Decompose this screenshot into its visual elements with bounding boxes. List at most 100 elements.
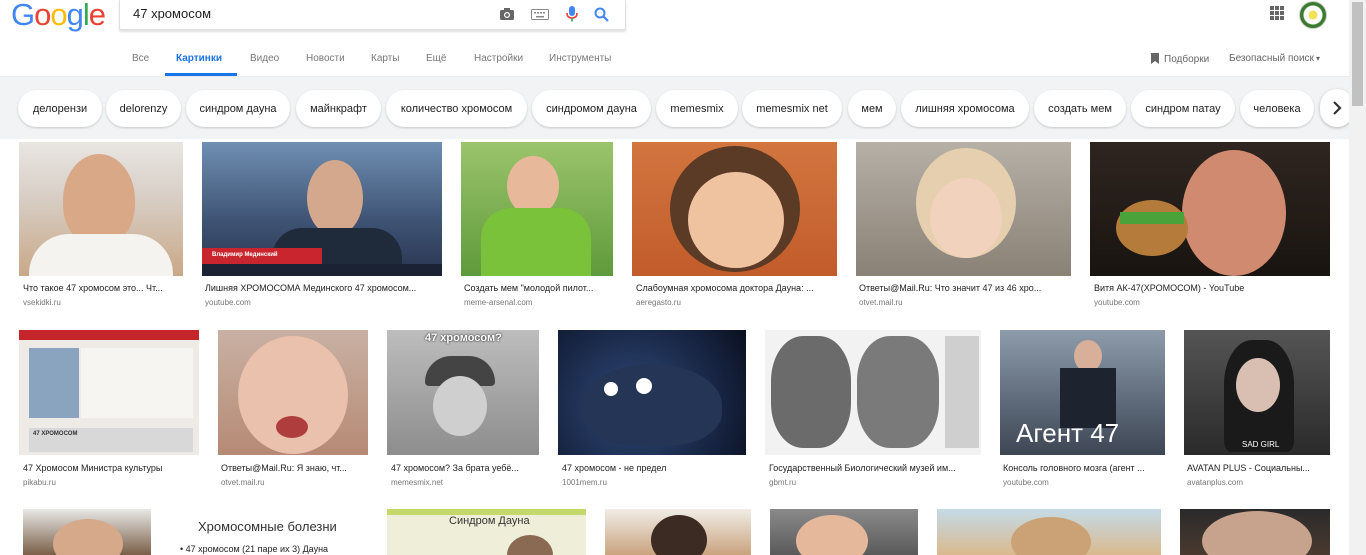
search-icon[interactable] — [592, 5, 610, 23]
chip-label: количество хромосом — [400, 102, 513, 115]
result-caption[interactable]: 47 хромосом? За брата уебё... — [391, 463, 539, 473]
result-domain: otvet.mail.ru — [221, 478, 265, 487]
result-thumbnail[interactable] — [770, 509, 918, 555]
result-caption[interactable]: Государственный Биологический музей им..… — [769, 463, 981, 473]
thumbnail-caption-text: • 47 хромосом (21 паре их 3) Дауна — [180, 544, 329, 554]
result-thumbnail[interactable]: Синдром Дауна — [387, 509, 586, 555]
bookmark-icon — [1151, 53, 1159, 64]
chip[interactable]: мем — [848, 90, 896, 127]
result-caption[interactable]: Ответы@Mail.Ru: Что значит 47 из 46 хро.… — [859, 283, 1069, 293]
result-thumbnail[interactable] — [632, 142, 837, 276]
tab-settings[interactable]: Настройки — [474, 53, 523, 64]
result-thumbnail[interactable] — [856, 142, 1071, 276]
logo-letter: G — [11, 0, 35, 32]
result-domain: youtube.com — [1003, 478, 1049, 487]
caret-down-icon: ▾ — [1315, 54, 1320, 63]
tab-more[interactable]: Ещё — [426, 53, 446, 64]
collections-link[interactable]: Подборки — [1150, 53, 1209, 65]
result-caption[interactable]: 47 Хромосом Министра культуры — [23, 463, 197, 473]
result-thumbnail[interactable]: 47 ХРОМОСОМ — [19, 330, 199, 455]
chip-label: синдром патау — [1145, 102, 1221, 115]
logo-letter: e — [88, 0, 106, 32]
result-thumbnail[interactable]: SAD GIRL — [1184, 330, 1330, 455]
thumbnail-caption-text: Хромосомные болезни — [198, 519, 337, 534]
result-thumbnail[interactable]: Хромосомные болезни • 47 хромосом (21 па… — [174, 509, 369, 555]
result-caption[interactable]: Что такое 47 хромосом это... Чт... — [23, 283, 181, 293]
chip[interactable]: синдром дауна — [186, 90, 290, 127]
chip[interactable]: лишняя хромосома — [901, 90, 1029, 127]
result-thumbnail[interactable]: Агент 47 — [1000, 330, 1165, 455]
camera-icon[interactable] — [498, 5, 516, 23]
safe-search-dropdown[interactable]: Безопасный поиск ▾ — [1229, 53, 1320, 64]
result-domain: youtube.com — [205, 298, 251, 307]
result-thumbnail[interactable] — [23, 509, 151, 555]
result-thumbnail[interactable]: 47 хромосом? — [387, 330, 539, 455]
result-domain: meme-arsenal.com — [464, 298, 533, 307]
result-thumbnail[interactable] — [605, 509, 751, 555]
result-thumbnail[interactable] — [765, 330, 981, 455]
chip-label: лишняя хромосома — [915, 102, 1015, 115]
result-domain: gbmt.ru — [769, 478, 797, 487]
vertical-scrollbar[interactable] — [1349, 0, 1366, 555]
result-thumbnail[interactable] — [218, 330, 368, 455]
result-thumbnail[interactable] — [1180, 509, 1330, 555]
tab-maps[interactable]: Карты — [371, 53, 400, 64]
result-caption[interactable]: Витя АК-47(ХРОМОСОМ) - YouTube — [1094, 283, 1330, 293]
chip-label: создать мем — [1048, 102, 1112, 115]
chip-label: memesmix net — [756, 102, 828, 115]
result-caption[interactable]: 47 хромосом - не предел — [562, 463, 746, 473]
google-logo[interactable]: Google — [11, 0, 106, 32]
chip[interactable]: количество хромосом — [386, 90, 527, 127]
result-thumbnail[interactable] — [19, 142, 183, 276]
result-domain: pikabu.ru — [23, 478, 56, 487]
thumbnail-caption-text: 47 хромосом? — [425, 332, 502, 344]
result-caption[interactable]: Ответы@Mail.Ru: Я знаю, чт... — [221, 463, 367, 473]
chip[interactable]: memesmix — [656, 90, 738, 127]
result-domain: otvet.mail.ru — [859, 298, 903, 307]
logo-letter: o — [34, 0, 51, 32]
result-thumbnail[interactable] — [937, 509, 1161, 555]
result-caption[interactable]: Консоль головного мозга (агент ... — [1003, 463, 1165, 473]
result-thumbnail[interactable]: Владимир Мединский — [202, 142, 442, 276]
chip[interactable]: делорензи — [18, 90, 102, 127]
result-caption[interactable]: Лишняя ХРОМОСОМА Мединского 47 хромосом.… — [205, 283, 441, 293]
result-caption[interactable]: AVATAN PLUS - Социальны... — [1187, 463, 1330, 473]
header: Google Все Картинки Видео Новости Карты … — [0, 0, 1366, 77]
result-domain: aeregasto.ru — [636, 298, 681, 307]
chip-label: майнкрафт — [310, 102, 367, 115]
tab-news[interactable]: Новости — [306, 53, 345, 64]
tab-tools[interactable]: Инструменты — [549, 53, 611, 64]
apps-grid-icon[interactable] — [1270, 6, 1284, 20]
thumbnail-caption-text: Владимир Мединский — [212, 252, 278, 258]
chip[interactable]: memesmix net — [742, 90, 842, 127]
search-box — [119, 0, 626, 30]
chip-label: delorenzy — [119, 102, 168, 115]
logo-letter: o — [50, 0, 67, 32]
result-caption[interactable]: Слабоумная хромосома доктора Дауна: ... — [636, 283, 836, 293]
tab-all[interactable]: Все — [132, 53, 149, 64]
tab-images[interactable]: Картинки — [176, 53, 222, 64]
thumbnail-caption-text: Агент 47 — [1016, 418, 1120, 448]
chip[interactable]: создать мем — [1034, 90, 1126, 127]
chip-label: memesmix — [670, 102, 724, 115]
microphone-icon[interactable] — [563, 5, 581, 23]
search-input[interactable] — [133, 6, 493, 21]
result-thumbnail[interactable] — [558, 330, 746, 455]
result-domain: avatanplus.com — [1187, 478, 1244, 487]
avatar[interactable] — [1299, 1, 1327, 29]
chip[interactable]: синдром патау — [1131, 90, 1235, 127]
chip[interactable]: человека — [1240, 90, 1314, 127]
chip-label: человека — [1253, 102, 1301, 115]
logo-letter: g — [66, 0, 84, 32]
result-caption[interactable]: Создать мем "молодой пилот... — [464, 283, 612, 293]
result-thumbnail[interactable] — [461, 142, 613, 276]
thumbnail-caption-text: SAD GIRL — [1242, 440, 1280, 449]
chip[interactable]: синдромом дауна — [532, 90, 651, 127]
chip[interactable]: майнкрафт — [296, 90, 381, 127]
keyboard-icon[interactable] — [531, 5, 549, 23]
tab-video[interactable]: Видео — [250, 53, 279, 64]
safe-search-label: Безопасный поиск — [1229, 53, 1314, 64]
scrollbar-thumb[interactable] — [1352, 2, 1363, 106]
chip[interactable]: delorenzy — [106, 90, 181, 127]
result-thumbnail[interactable] — [1090, 142, 1330, 276]
